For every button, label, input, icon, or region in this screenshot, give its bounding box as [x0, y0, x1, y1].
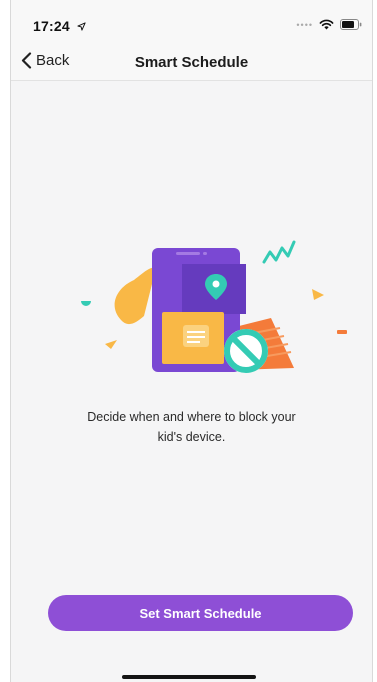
back-button[interactable]: Back — [21, 52, 69, 69]
back-button-label: Back — [36, 52, 70, 69]
wifi-icon — [319, 19, 334, 30]
status-time: 17:24 — [33, 18, 86, 34]
home-indicator — [122, 675, 256, 679]
yellow-confetti-left — [105, 340, 117, 349]
phone-schedule-block-illustration — [81, 240, 347, 373]
orange-confetti-shape — [337, 330, 347, 334]
block-icon — [224, 329, 268, 373]
status-time-text: 17:24 — [33, 18, 70, 34]
description-text: Decide when and where to block your kid'… — [51, 407, 332, 447]
app-screen: 17:24 •••• Back Smart Schedule Decide wh… — [10, 0, 373, 682]
teal-confetti-shape — [81, 301, 91, 306]
yellow-blob-shape — [114, 267, 156, 325]
chevron-left-icon — [21, 52, 32, 69]
signal-dots-icon: •••• — [296, 19, 313, 30]
status-indicators: •••• — [296, 19, 362, 30]
teal-zigzag-shape — [262, 240, 296, 264]
location-arrow-icon — [77, 22, 86, 31]
status-bar: 17:24 •••• — [11, 0, 372, 44]
navigation-bar: Back Smart Schedule — [11, 44, 372, 81]
set-smart-schedule-button[interactable]: Set Smart Schedule — [48, 595, 353, 631]
description-line-2: kid's device. — [157, 430, 226, 444]
description-line-1: Decide when and where to block your — [87, 410, 296, 424]
yellow-confetti-right — [312, 289, 324, 300]
battery-icon — [340, 19, 362, 30]
